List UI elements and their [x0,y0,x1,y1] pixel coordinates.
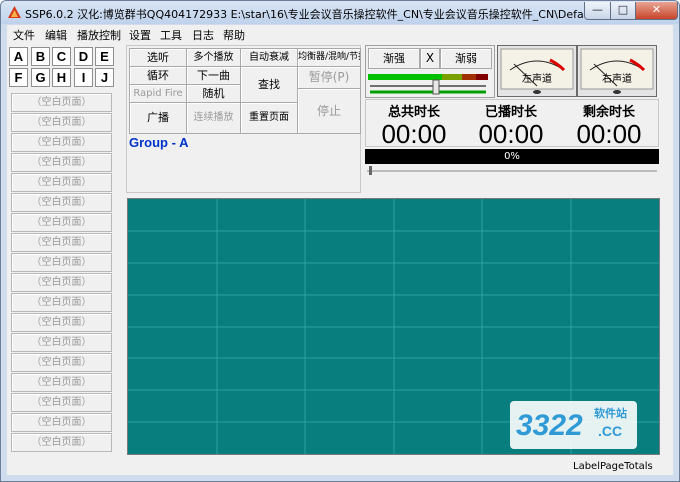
volume-close-button[interactable]: X [420,48,440,69]
watermark-domain: .CC [598,423,623,439]
auto-fade-button[interactable]: 自动衰减 [240,48,298,67]
letter-button-g[interactable]: G [31,68,50,87]
played-time-label: 已播时长 [484,105,537,120]
page-button[interactable]: （空白页面） [11,413,112,432]
letter-button-c[interactable]: C [52,47,71,66]
letter-button-f[interactable]: F [9,68,28,87]
fade-out-button[interactable]: 渐弱 [440,48,492,69]
letter-button-h[interactable]: H [52,68,71,87]
page-button[interactable]: （空白页面） [11,373,112,392]
menu-tools[interactable]: 工具 [160,27,182,43]
stop-button[interactable]: 停止 [297,88,361,134]
menu-log[interactable]: 日志 [192,27,214,43]
remaining-time-label: 剩余时长 [582,105,635,120]
pause-button[interactable]: 暂停(P) [297,66,361,89]
window-title: SSP6.0.2 汉化:博览群书QQ404172933 E:\star\16\专… [25,8,619,21]
continuous-play-button[interactable]: 连续播放 [186,102,241,134]
letter-button-d[interactable]: D [74,47,93,66]
letter-button-a[interactable]: A [9,47,28,66]
main-client-area: A B C D E F G H I J （空白页面） （空白页面） （空白页面）… [7,43,673,475]
total-time-value: 00:00 [381,119,447,149]
page-button[interactable]: （空白页面） [11,353,112,372]
total-time-label: 总共时长 [387,105,440,120]
select-listen-button[interactable]: 选听 [129,48,187,67]
loop-button[interactable]: 循环 [129,66,187,85]
volume-box: 渐强 X 渐弱 [365,45,495,98]
next-track-button[interactable]: 下一曲 [186,66,241,85]
right-channel-label: 右声道 [602,74,632,85]
group-label: Group - A [129,135,189,150]
left-channel-meter: 左声道 [497,45,577,97]
page-button[interactable]: （空白页面） [11,253,112,272]
menu-help[interactable]: 帮助 [223,27,245,43]
remaining-time-value: 00:00 [576,119,642,149]
watermark-cn: 软件站 [594,407,627,420]
page-button[interactable]: （空白页面） [11,93,112,112]
page-totals-label: LabelPageTotals [573,461,653,472]
page-button[interactable]: （空白页面） [11,113,112,132]
reset-page-button[interactable]: 重置页面 [240,102,298,134]
progress-bar: 0% [365,149,659,164]
page-button[interactable]: （空白页面） [11,433,112,452]
app-window: SSP6.0.2 汉化:博览群书QQ404172933 E:\star\16\专… [0,0,680,482]
title-bar[interactable]: SSP6.0.2 汉化:博览群书QQ404172933 E:\star\16\专… [1,1,679,24]
right-channel-meter: 右声道 [577,45,657,97]
left-channel-label: 左声道 [522,74,552,85]
position-slider[interactable] [365,165,659,175]
page-button[interactable]: （空白页面） [11,273,112,292]
volume-slider[interactable] [368,72,492,96]
equalizer-button[interactable]: 均衡器/混响/节拍 [297,48,361,67]
page-button[interactable]: （空白页面） [11,213,112,232]
rapid-fire-button[interactable]: Rapid Fire [129,84,187,103]
page-button[interactable]: （空白页面） [11,333,112,352]
page-button[interactable]: （空白页面） [11,193,112,212]
watermark-number: 3322 [516,409,583,442]
letter-button-i[interactable]: I [74,68,93,87]
fade-in-button[interactable]: 渐强 [368,48,420,69]
page-button[interactable]: （空白页面） [11,233,112,252]
find-button[interactable]: 查找 [240,66,298,103]
menu-bar: 文件 编辑 播放控制 设置 工具 日志 帮助 [7,25,673,43]
menu-edit[interactable]: 编辑 [45,27,67,43]
menu-settings[interactable]: 设置 [129,27,151,43]
broadcast-button[interactable]: 广播 [129,102,187,134]
page-button[interactable]: （空白页面） [11,313,112,332]
letter-button-e[interactable]: E [95,47,114,66]
menu-playback[interactable]: 播放控制 [77,27,121,43]
page-button[interactable]: （空白页面） [11,293,112,312]
page-button[interactable]: （空白页面） [11,133,112,152]
letter-button-b[interactable]: B [31,47,50,66]
page-button[interactable]: （空白页面） [11,393,112,412]
close-button[interactable]: ✕ [635,2,678,20]
multi-play-button[interactable]: 多个播放 [186,48,241,67]
menu-file[interactable]: 文件 [13,27,35,43]
random-button[interactable]: 随机 [186,84,241,103]
page-button[interactable]: （空白页面） [11,173,112,192]
maximize-button[interactable]: □ [610,2,636,20]
played-time-value: 00:00 [478,119,544,149]
app-logo-icon [8,6,21,18]
letter-button-j[interactable]: J [95,68,114,87]
page-button[interactable]: （空白页面） [11,153,112,172]
minimize-button[interactable]: — [584,2,611,20]
site-watermark: 3322 软件站 .CC [510,401,637,449]
